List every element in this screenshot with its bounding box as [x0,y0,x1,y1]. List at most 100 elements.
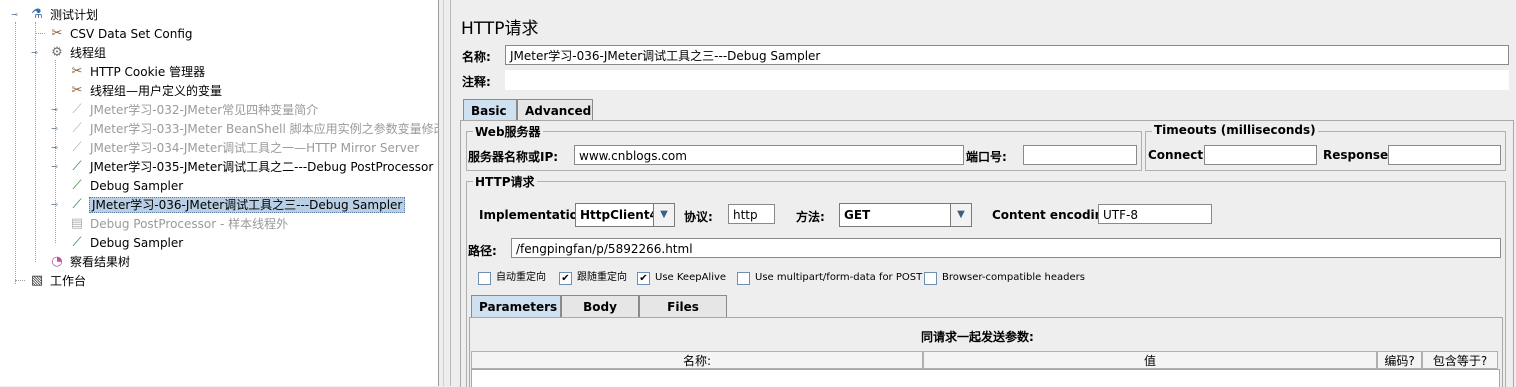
split-pane-divider[interactable] [439,0,451,386]
tree-expand-toggle-icon[interactable]: ⊸ [50,200,59,209]
option-checkbox-label: Use KeepAlive [655,272,727,283]
dropdown-arrow-icon[interactable]: ▼ [950,204,971,226]
tree-node-label: 工作台 [50,273,87,288]
checkmark-icon[interactable]: ✔ [559,271,572,285]
checkbox-empty-icon[interactable] [924,271,937,285]
tree-node[interactable]: ⟋ Debug Sampler [68,233,184,251]
config-tool-icon: ✂ [51,25,63,41]
config-tool-icon: ✂ [71,82,83,98]
dropdown-arrow-icon[interactable]: ▼ [653,204,674,226]
tree-node[interactable]: ✂ 线程组—用户定义的变量 [68,81,223,99]
option-checkbox[interactable]: 自动重定向 [478,271,546,285]
checkbox-empty-icon[interactable] [737,271,750,285]
protocol-label: 协议: [684,210,713,224]
tree-node[interactable]: ✂ CSV Data Set Config [48,24,194,42]
content-encoding-field[interactable]: UTF-8 [1098,204,1212,224]
path-label: 路径: [468,244,497,258]
column-header-include-equals[interactable]: 包含等于? [1422,351,1498,369]
sampler-icon: ⟋ [72,196,82,212]
tab-advanced[interactable]: Advanced [517,99,593,121]
gear-icon: ⚙ [51,44,63,60]
tree-node[interactable]: ✂ HTTP Cookie 管理器 [68,62,206,80]
tree-node[interactable]: ⟋ JMeter学习-033-JMeter BeanShell 脚本应用实例之参数… [68,119,439,137]
tree-node-label: JMeter学习-034-JMeter调试工具之一—HTTP Mirror Se… [90,140,420,155]
column-header-value[interactable]: 值 [923,351,1377,369]
parameters-caption: 同请求一起发送参数: [921,330,1034,344]
port-field[interactable] [1023,145,1137,165]
option-checkbox[interactable]: ✔ 跟随重定向 [559,271,627,285]
tree-node-label: Debug Sampler [90,235,184,250]
connect-timeout-field[interactable] [1204,145,1317,165]
timeouts-legend: Timeouts (milliseconds) [1152,123,1318,137]
server-name-label: 服务器名称或IP: [468,150,559,164]
column-header-encode[interactable]: 编码? [1377,351,1422,369]
sampler-icon: ⟋ [72,177,82,193]
column-header-name[interactable]: 名称: [471,351,923,369]
flask-icon: ⚗ [31,6,43,22]
tree-connector [15,280,25,281]
tree-node[interactable]: ⟋ JMeter学习-035-JMeter调试工具之二---Debug PostP… [68,157,434,175]
sampler-icon: ⟋ [72,158,82,174]
tab-body-data[interactable]: Body Data [561,295,639,336]
name-field[interactable]: JMeter学习-036-JMeter调试工具之三---Debug Sample… [505,45,1509,65]
comment-field[interactable] [505,70,1509,90]
option-checkbox-label: 跟随重定向 [577,272,627,283]
tree-node[interactable]: ⚗ 测试计划 [28,5,99,23]
option-checkbox[interactable]: ✔ Use KeepAlive [637,271,726,285]
http-request-panel: HTTP请求 名称: JMeter学习-036-JMeter调试工具之三---D… [451,0,1516,387]
tree-node[interactable]: ⟋ JMeter学习-036-JMeter调试工具之三---Debug Sampl… [68,195,406,213]
path-field[interactable]: /fengpingfan/p/5892266.html [511,238,1501,258]
response-label: Response: [1323,148,1393,162]
postprocessor-icon: ▤ [70,215,84,231]
tree-node-label: Debug Sampler [90,178,184,193]
tree-expand-toggle-icon[interactable]: ⊸ [30,48,39,57]
comment-label: 注释: [462,75,491,89]
connect-label: Connect: [1148,148,1208,162]
tree-node-label: JMeter学习-035-JMeter调试工具之二---Debug PostPr… [90,159,434,174]
tree-node[interactable]: ⟋ Debug Sampler [68,176,184,194]
test-plan-tree[interactable]: ⊸ ⚗ 测试计划 ✂ CSV Data Set Config ⊸ ⚙ 线程组 ✂ HTTP Coo… [0,0,439,386]
workbench-icon: ▧ [30,272,44,288]
tab-files-upload[interactable]: Files Upload [639,295,727,336]
tree-node-label: 察看结果树 [70,254,131,269]
tree-node-label: JMeter学习-032-JMeter常见四种变量简介 [90,102,319,117]
tree-node-label: 测试计划 [50,7,99,22]
tree-node[interactable]: ▧ 工作台 [28,271,87,289]
tab-parameters[interactable]: Parameters [471,295,561,317]
tree-expand-toggle-icon[interactable]: ⊸ [10,10,19,19]
web-server-legend: Web服务器 [473,123,543,140]
method-label: 方法: [796,210,825,224]
tree-node-label: JMeter学习-036-JMeter调试工具之三---Debug Sample… [89,196,406,213]
tree-node-label: 线程组—用户定义的变量 [90,83,223,98]
tree-connector [35,33,45,34]
tree-expand-toggle-icon[interactable]: ⊸ [50,162,59,171]
tree-expand-toggle-icon[interactable]: ⊸ [50,105,59,114]
tree-expand-toggle-icon[interactable]: ⊸ [50,124,59,133]
protocol-field[interactable]: http [728,204,775,224]
chart-icon: ◔ [51,253,63,269]
response-timeout-field[interactable] [1388,145,1501,165]
option-checkbox[interactable]: Browser-compatible headers [924,271,1085,285]
tree-node[interactable]: ▤ Debug PostProcessor - 样本线程外 [68,214,289,232]
checkbox-empty-icon[interactable] [478,271,491,285]
tree-expand-toggle-icon[interactable]: ⊸ [50,143,59,152]
server-name-field[interactable]: www.cnblogs.com [574,145,964,165]
tree-node[interactable]: ⟋ JMeter学习-034-JMeter调试工具之一—HTTP Mirror S… [68,138,420,156]
tab-basic[interactable]: Basic [463,99,517,121]
implementation-value: HttpClient4 [580,208,658,222]
divider-grip[interactable] [443,0,447,386]
implementation-select[interactable]: HttpClient4 ▼ [575,203,675,227]
method-select[interactable]: GET ▼ [839,203,972,227]
option-checkbox[interactable]: Use multipart/form-data for POST [737,271,922,285]
option-checkbox-label: 自动重定向 [496,272,546,283]
method-value: GET [844,208,871,222]
tree-node[interactable]: ◔ 察看结果树 [48,252,131,270]
parameters-table-body[interactable] [471,369,1500,387]
port-label: 端口号: [966,150,1007,164]
tree-node[interactable]: ⟋ JMeter学习-032-JMeter常见四种变量简介 [68,100,319,118]
tree-node-label: JMeter学习-033-JMeter BeanShell 脚本应用实例之参数变… [90,121,439,136]
checkmark-icon[interactable]: ✔ [637,271,650,285]
tree-node-label: 线程组 [70,45,107,60]
tree-connector [15,22,16,284]
tree-node[interactable]: ⚙ 线程组 [48,43,107,61]
